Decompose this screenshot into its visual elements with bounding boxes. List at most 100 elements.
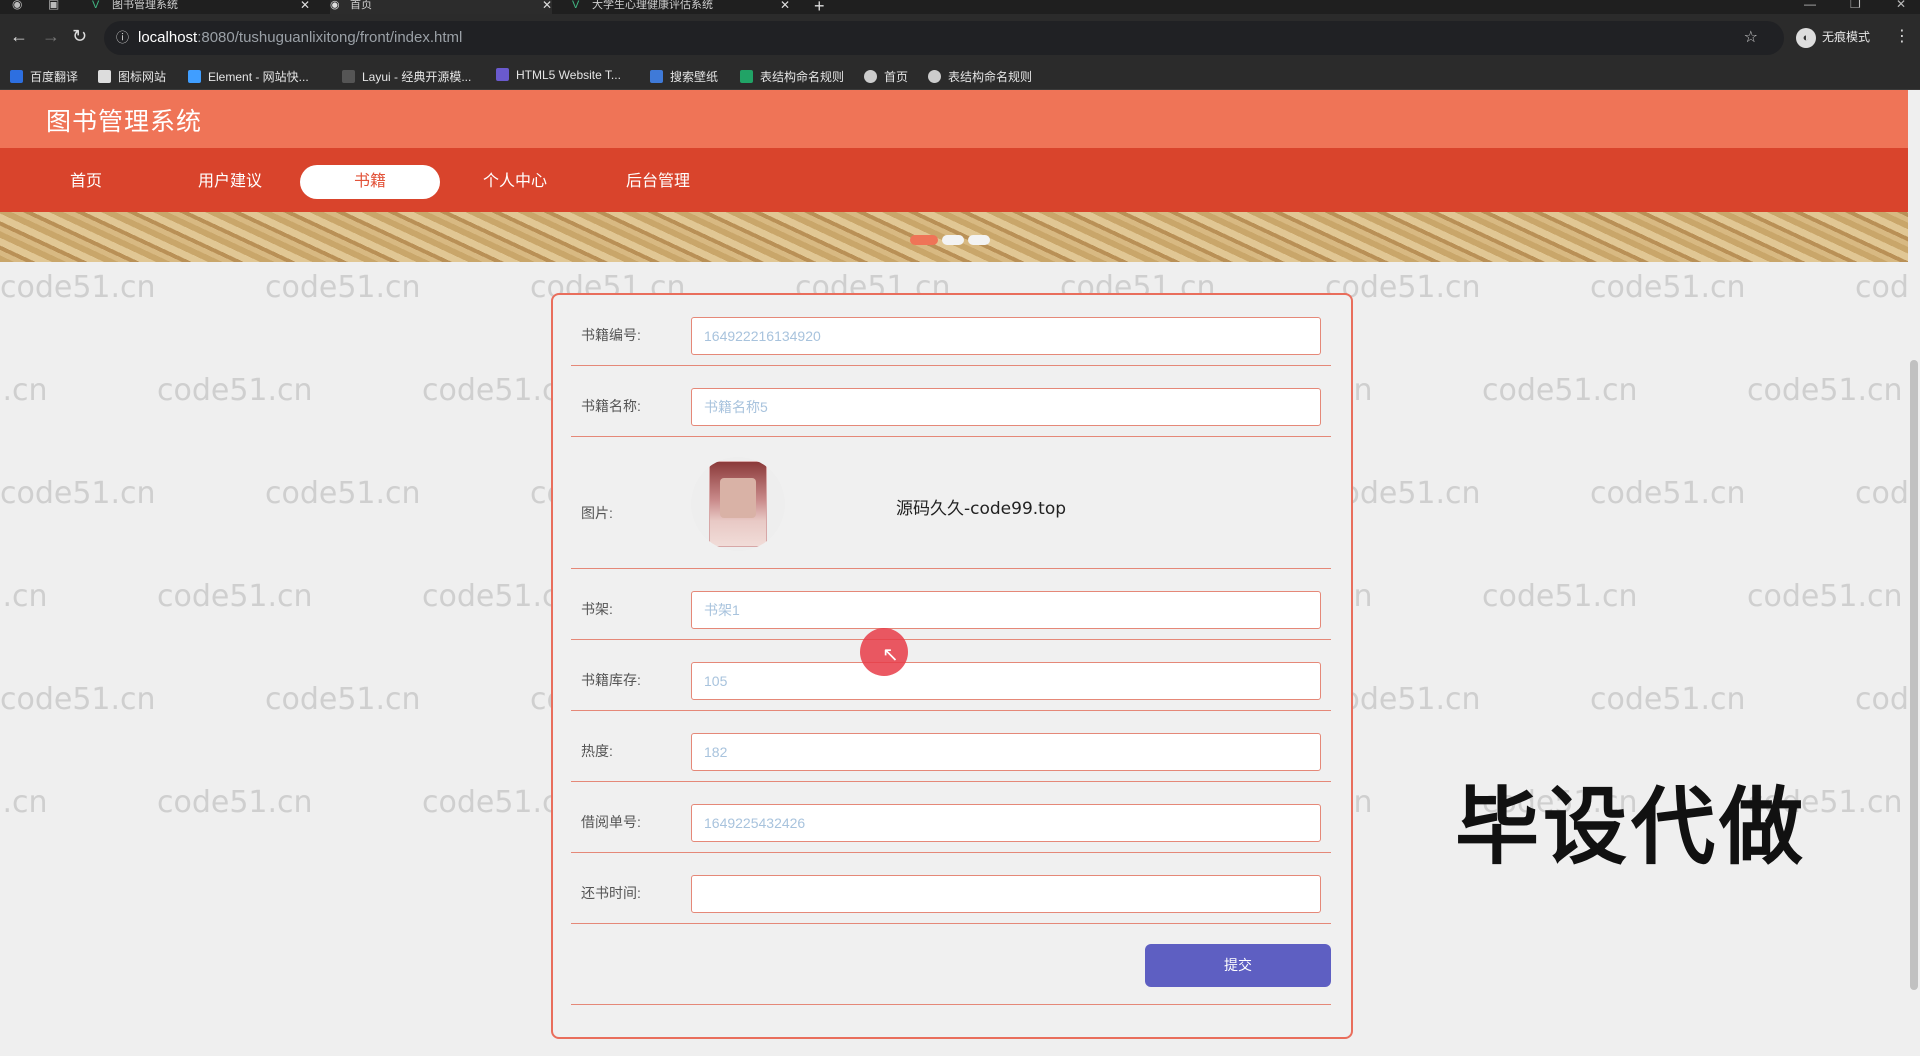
mouse-cursor: ↖ bbox=[860, 628, 908, 676]
bookmark-item[interactable]: 表结构命名规则 bbox=[928, 68, 1032, 85]
maximize-icon[interactable]: ❐ bbox=[1850, 0, 1861, 11]
form-row-shelf: 书架: 书架1 bbox=[571, 569, 1331, 640]
address-bar[interactable]: ⓘ localhost:8080/tushuguanlixitong/front… bbox=[104, 21, 1784, 55]
carousel-dot[interactable] bbox=[968, 235, 990, 245]
bookmark-item[interactable]: 首页 bbox=[864, 68, 908, 85]
forward-icon[interactable]: → bbox=[42, 26, 60, 46]
bookmark-item[interactable]: 图标网站 bbox=[98, 68, 166, 85]
watermark-text: code51.cn bbox=[1482, 373, 1638, 408]
sheet-icon bbox=[740, 70, 753, 83]
nav-books[interactable]: 书籍 bbox=[300, 165, 440, 199]
bookmark-star-icon[interactable]: ☆ bbox=[1744, 21, 1758, 55]
overlay-caption: 源码久久-code99.top bbox=[896, 499, 1067, 519]
vue-icon: V bbox=[92, 0, 100, 11]
carousel-dot[interactable] bbox=[942, 235, 964, 245]
watermark-text: code51.cn bbox=[1747, 373, 1903, 408]
flag-icon bbox=[98, 70, 111, 83]
bookmark-item[interactable]: 百度翻译 bbox=[10, 68, 78, 85]
bookmark-item[interactable]: Layui - 经典开源模... bbox=[342, 68, 471, 85]
reload-icon[interactable]: ↻ bbox=[72, 26, 87, 46]
html5-icon bbox=[496, 68, 509, 81]
web-page: 图书管理系统 首页 用户建议 书籍 个人中心 后台管理 code51.cn cod… bbox=[0, 90, 1908, 1056]
bookmark-item[interactable]: 表结构命名规则 bbox=[740, 68, 844, 85]
watermark-text: code51.cn bbox=[1855, 682, 1908, 717]
back-icon[interactable]: ← bbox=[10, 26, 28, 46]
page-scrollbar[interactable] bbox=[1908, 90, 1920, 1056]
wallpaper-icon bbox=[650, 70, 663, 83]
tab-home[interactable]: ◉ 首页 ✕ bbox=[330, 0, 552, 14]
globe-icon bbox=[928, 70, 941, 83]
info-icon[interactable]: ⓘ bbox=[116, 21, 129, 55]
bookmark-item[interactable]: Element - 网站快... bbox=[188, 68, 309, 85]
shelf-input[interactable]: 书架1 bbox=[691, 591, 1321, 629]
tab-library-system[interactable]: V 图书管理系统 ✕ bbox=[92, 0, 310, 14]
pointer-icon: ↖ bbox=[882, 644, 899, 666]
return-time-input[interactable] bbox=[691, 875, 1321, 913]
watermark-text: code51.cn bbox=[265, 682, 421, 717]
form-row-actions: 提交 bbox=[571, 924, 1331, 1005]
element-icon bbox=[188, 70, 201, 83]
form-row-popularity: 热度: 182 bbox=[571, 711, 1331, 782]
close-window-icon[interactable]: ✕ bbox=[1896, 0, 1906, 11]
watermark-text: code51.cn bbox=[0, 270, 156, 305]
browser-logo-icon: ◉ bbox=[12, 0, 23, 11]
watermark-text: code51.cn bbox=[1855, 476, 1908, 511]
watermark-text: code51.cn bbox=[157, 579, 313, 614]
stock-input[interactable]: 105 bbox=[691, 662, 1321, 700]
incognito-icon: ◐ bbox=[1796, 28, 1816, 48]
globe-icon: ◉ bbox=[330, 0, 340, 11]
tab-psych-system[interactable]: V 大学生心理健康评估系统 ✕ bbox=[572, 0, 790, 14]
bookmark-item[interactable]: 搜索壁纸 bbox=[650, 68, 718, 85]
watermark-text: code51.cn bbox=[1747, 579, 1903, 614]
overlay-big-text: 毕设代做 bbox=[1455, 780, 1808, 874]
watermark-text: code51.cn bbox=[265, 270, 421, 305]
nav-personal-center[interactable]: 个人中心 bbox=[445, 165, 585, 199]
watermark-text: code51.cn bbox=[0, 579, 48, 614]
book-id-input[interactable]: 1649222161349​20 bbox=[691, 317, 1321, 355]
bookmarks-bar: 百度翻译 图标网站 Element - 网站快... Layui - 经典开源模… bbox=[0, 62, 1920, 90]
close-tab-icon[interactable]: ✕ bbox=[300, 0, 310, 11]
scrollbar-thumb[interactable] bbox=[1910, 360, 1918, 990]
watermark-text: code51.cn bbox=[0, 476, 156, 511]
browser-toolbar: ← → ↻ ⓘ localhost:8080/tushuguanlixitong… bbox=[0, 14, 1920, 62]
watermark-text: code51.cn bbox=[1590, 682, 1746, 717]
main-nav: 首页 用户建议 书籍 个人中心 后台管理 bbox=[0, 148, 1908, 212]
watermark-text: code51.cn bbox=[0, 373, 48, 408]
browser-menu-icon[interactable]: ⋮ bbox=[1894, 26, 1910, 46]
form-row-image: 图片: 源码久久-code99.top bbox=[571, 437, 1331, 569]
watermark-text: code51.cn bbox=[0, 682, 156, 717]
bookmark-item[interactable]: HTML5 Website T... bbox=[496, 68, 621, 82]
book-cover-image[interactable] bbox=[691, 457, 785, 551]
nav-home[interactable]: 首页 bbox=[16, 165, 156, 199]
book-form: 书籍编号: 1649222161349​20 书籍名称: 书籍名称5 图片: 源… bbox=[551, 293, 1353, 1039]
form-row-book-id: 书籍编号: 1649222161349​20 bbox=[571, 295, 1331, 366]
close-tab-icon[interactable]: ✕ bbox=[542, 0, 552, 11]
form-row-book-name: 书籍名称: 书籍名称5 bbox=[571, 366, 1331, 437]
incognito-indicator[interactable]: ◐ 无痕模式 bbox=[1796, 28, 1870, 48]
close-tab-icon[interactable]: ✕ bbox=[780, 0, 790, 11]
submit-button[interactable]: 提交 bbox=[1145, 944, 1331, 987]
site-title: 图书管理系统 bbox=[46, 108, 203, 136]
translate-icon bbox=[10, 70, 23, 83]
book-name-input[interactable]: 书籍名称5 bbox=[691, 388, 1321, 426]
watermark-text: code51.cn bbox=[1590, 270, 1746, 305]
watermark-text: code51.cn bbox=[265, 476, 421, 511]
watermark-text: code51.cn bbox=[157, 785, 313, 820]
watermark-text: code51.cn bbox=[1855, 270, 1908, 305]
browser-tab-strip: ◉ ▣ V 图书管理系统 ✕ ◉ 首页 ✕ V 大学生心理健康评估系统 ✕ + — ❐… bbox=[0, 0, 1920, 16]
carousel-dot[interactable] bbox=[910, 235, 938, 245]
nav-admin[interactable]: 后台管理 bbox=[588, 165, 728, 199]
layui-icon bbox=[342, 70, 355, 83]
tab-grid-icon[interactable]: ▣ bbox=[48, 0, 59, 11]
watermark-text: code51.cn bbox=[157, 373, 313, 408]
borrow-number-input[interactable]: 1649225432426 bbox=[691, 804, 1321, 842]
minimize-icon[interactable]: — bbox=[1804, 0, 1816, 11]
form-row-stock: 书籍库存: 105 bbox=[571, 640, 1331, 711]
nav-suggestions[interactable]: 用户建议 bbox=[160, 165, 300, 199]
watermark-text: code51.cn bbox=[0, 785, 48, 820]
popularity-input[interactable]: 182 bbox=[691, 733, 1321, 771]
form-row-borrow-number: 借阅单号: 1649225432426 bbox=[571, 782, 1331, 853]
carousel-indicators bbox=[910, 232, 994, 250]
site-header: 图书管理系统 bbox=[0, 90, 1908, 148]
watermark-text: code51.cn bbox=[1590, 476, 1746, 511]
